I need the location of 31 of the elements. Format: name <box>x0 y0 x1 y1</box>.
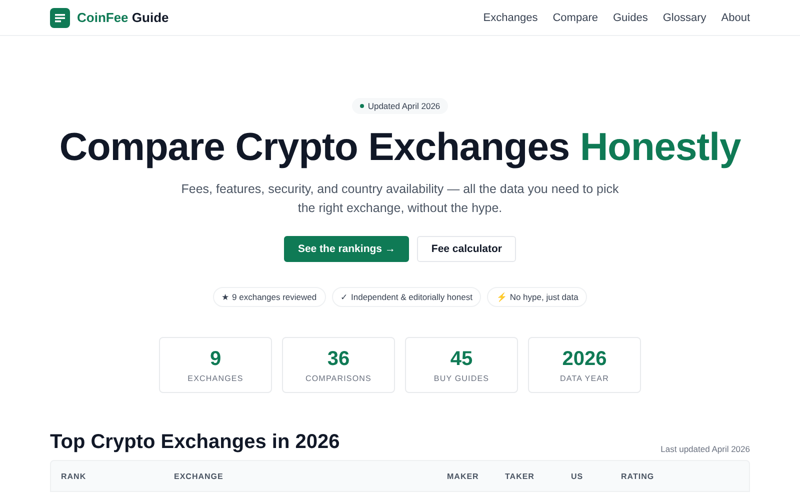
hero-title: Compare Crypto Exchanges Honestly <box>59 126 741 170</box>
hero-subtitle: Fees, features, security, and country availability — all the data you need to pick the right exchange, without the hype. <box>180 181 620 217</box>
stat-value: 2026 <box>562 348 607 370</box>
column-header: RANK <box>61 472 88 480</box>
nav-link[interactable]: Compare <box>552 12 598 24</box>
column-header: RATING <box>621 472 656 480</box>
stat-label: EXCHANGES <box>188 374 244 382</box>
feature-pill: ★ 9 exchanges reviewed <box>212 287 326 307</box>
nav-link[interactable]: Exchanges <box>483 12 538 24</box>
stat-value: 45 <box>450 348 473 370</box>
nav-link[interactable]: Glossary <box>662 12 706 24</box>
last-updated: Last updated April 2026 <box>660 444 750 454</box>
section-title: Top Crypto Exchanges in 2026 <box>50 431 340 454</box>
column-header: US <box>571 472 584 480</box>
rankings-button[interactable]: See the rankings → <box>284 236 410 262</box>
nav-link[interactable]: Guides <box>612 12 648 24</box>
nav-link[interactable]: About <box>721 12 750 24</box>
stat-label: COMPARISONS <box>305 374 372 382</box>
stat-value: 36 <box>327 348 350 370</box>
calculator-button[interactable]: Fee calculator <box>417 236 516 262</box>
column-header: EXCHANGE <box>174 472 224 480</box>
logo-icon <box>50 8 70 28</box>
feature-pill: ✓ Independent & editorially honest <box>332 287 482 307</box>
stat-label: BUY GUIDES <box>434 374 490 382</box>
column-header: TAKER <box>505 472 536 480</box>
stat-value: 9 <box>210 348 222 370</box>
update-badge: Updated April 2026 <box>352 98 448 114</box>
feature-pill: ⚡ No hype, just data <box>487 287 588 307</box>
brand-name[interactable]: CoinFee Guide <box>77 10 169 25</box>
stat-label: DATA YEAR <box>560 374 609 382</box>
column-header: MAKER <box>447 472 480 480</box>
